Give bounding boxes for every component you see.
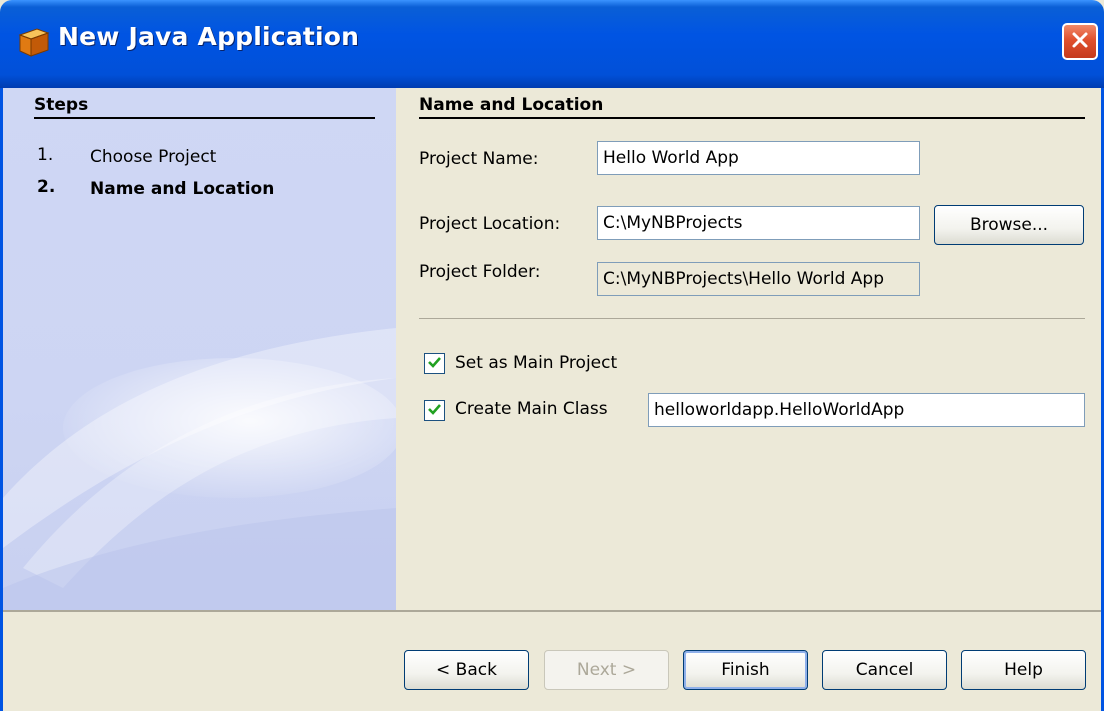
steps-heading-rule [34,117,375,119]
main-class-field[interactable]: helloworldapp.HelloWorldApp [648,393,1085,427]
form-divider [419,318,1085,319]
finish-button[interactable]: Finish [683,650,808,690]
next-button[interactable]: Next > [544,650,669,690]
window-title: New Java Application [58,22,360,51]
project-folder-field[interactable]: C:\MyNBProjects\Hello World App [597,262,920,296]
netbeans-project-icon [17,26,51,58]
project-location-field[interactable]: C:\MyNBProjects [597,206,920,240]
checkmark-icon [427,401,442,420]
project-name-label: Project Name: [419,149,539,169]
background-swoosh [3,328,396,610]
set-main-project-label[interactable]: Set as Main Project [455,353,617,373]
create-main-class-checkbox[interactable] [424,400,445,421]
close-button[interactable] [1062,23,1098,60]
checkmark-icon [427,354,442,373]
project-location-label: Project Location: [419,214,561,234]
close-icon [1070,30,1090,54]
project-folder-label: Project Folder: [419,262,541,282]
help-button[interactable]: Help [961,650,1086,690]
step-number-2: 2. [37,177,56,197]
section-title-rule [419,117,1085,119]
step-label-name-and-location: Name and Location [90,179,275,199]
steps-heading: Steps [34,95,89,115]
cancel-button[interactable]: Cancel [822,650,947,690]
set-main-project-checkbox[interactable] [424,353,445,374]
step-number-1: 1. [37,145,54,165]
browse-button[interactable]: Browse... [934,205,1084,245]
section-title: Name and Location [419,95,604,115]
footer-separator [3,610,1101,612]
back-button[interactable]: < Back [404,650,529,690]
project-name-field[interactable]: Hello World App [597,141,920,175]
title-bar[interactable]: New Java Application [0,0,1104,88]
step-label-choose-project: Choose Project [90,147,217,167]
create-main-class-label[interactable]: Create Main Class [455,399,608,419]
